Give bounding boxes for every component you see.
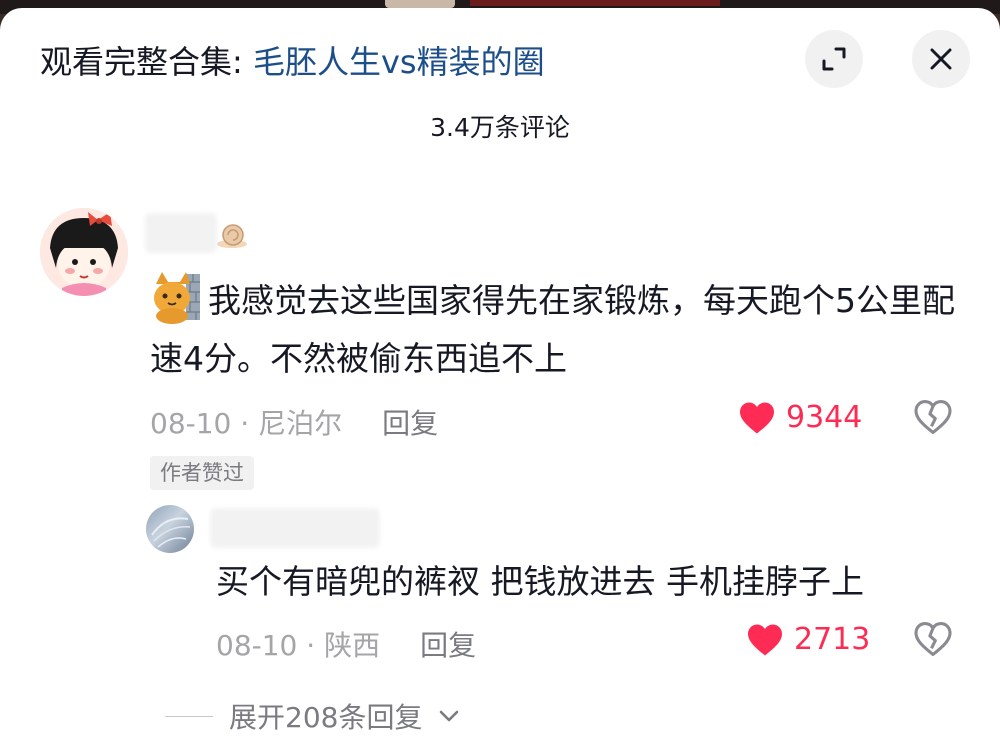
collection-link[interactable]: 观看完整合集: 毛胚人生vs精装的圈 [40,42,545,82]
reply-button[interactable]: 回复 [382,407,438,440]
reply-meta: 08-10 · 陕西 回复 [216,629,477,662]
username-blurred[interactable] [145,213,217,253]
heart-icon [740,402,774,433]
collection-prefix: 观看完整合集: [40,43,253,81]
chevron-down-icon [440,710,459,722]
reply-reply-button[interactable]: 回复 [420,629,476,662]
comment-location: 尼泊尔 [258,407,343,440]
comment-meta: 08-10 · 尼泊尔 回复 [150,407,439,440]
reply-avatar-illustration [151,517,191,548]
avatar[interactable] [40,208,128,296]
comment-body: 我感觉去这些国家得先在家锻炼，每天跑个5公里配速4分。不然被偷东西追不上 [150,281,955,378]
expand-button[interactable] [805,30,863,88]
expand-replies-label: 展开208条回复 [229,701,423,734]
broken-heart-icon[interactable] [914,400,952,434]
comment-date: 08-10 [150,407,232,440]
reply-text: 买个有暗兜的裤衩 把钱放进去 手机挂脖子上 [216,562,864,601]
reply-like-count: 2713 [794,622,871,657]
expand-replies-button[interactable]: 展开208条回复 [165,696,460,736]
reply-date: 08-10 [216,629,298,662]
snail-icon [217,224,247,248]
like-count: 9344 [786,400,863,435]
comment-text: 我感觉去这些国家得先在家锻炼，每天跑个5公里配速4分。不然被偷东西追不上 [150,272,960,388]
close-icon [930,48,952,70]
broken-heart-icon[interactable] [914,622,952,656]
video-thumbnail-edge-2 [470,0,720,6]
heart-icon [748,624,782,655]
reply-avatar[interactable] [146,505,194,553]
close-button[interactable] [912,30,970,88]
like-button[interactable]: 9344 [738,400,862,435]
author-liked-badge: 作者赞过 [150,456,254,490]
reply-like-button[interactable]: 2713 [746,622,870,657]
divider [165,715,213,717]
reply-username-blurred[interactable] [210,508,380,548]
video-thumbnail-edge [385,0,455,8]
avatar-illustration [40,208,128,296]
comments-sheet: 观看完整合集: 毛胚人生vs精装的圈 3.4万条评论 我感觉去这些国家得先在家锻… [0,8,1000,748]
collection-name[interactable]: 毛胚人生vs精装的圈 [253,43,545,81]
reply-location: 陕西 [324,629,381,662]
expand-icon [822,47,846,71]
comment-count: 3.4万条评论 [430,113,570,142]
